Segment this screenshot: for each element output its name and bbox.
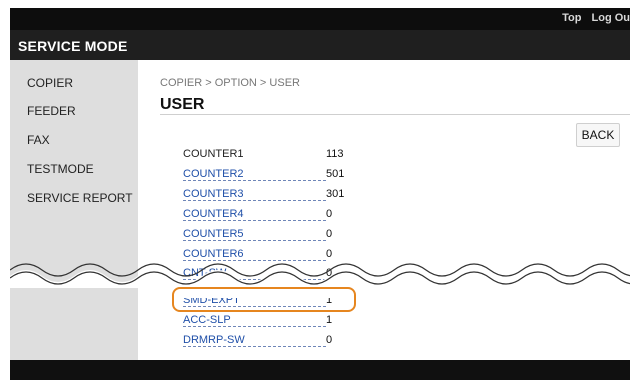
top-bar: Top Log Ou bbox=[10, 8, 630, 30]
app-title: SERVICE MODE bbox=[18, 38, 128, 54]
setting-link-drmrp-sw[interactable]: DRMRP-SW bbox=[183, 334, 326, 347]
setting-value: 1 bbox=[326, 314, 333, 326]
smd-expt-highlight bbox=[172, 287, 356, 312]
main-content: COPIER > OPTION > USER USER BACK COUNTER… bbox=[138, 60, 630, 360]
back-button[interactable]: BACK bbox=[576, 123, 620, 147]
sidebar-item-copier[interactable]: COPIER bbox=[27, 76, 73, 90]
setting-link-counter4[interactable]: COUNTER4 bbox=[183, 208, 326, 221]
list-item: ACC-SLP 1 bbox=[183, 314, 332, 327]
setting-link-counter3[interactable]: COUNTER3 bbox=[183, 188, 326, 201]
setting-value: 113 bbox=[326, 148, 344, 160]
breadcrumb: COPIER > OPTION > USER bbox=[160, 77, 300, 89]
footer-bar bbox=[10, 360, 630, 380]
setting-value: 0 bbox=[326, 334, 333, 346]
list-item: DRMRP-SW 0 bbox=[183, 334, 332, 347]
title-bar: SERVICE MODE bbox=[10, 30, 630, 60]
setting-value: 0 bbox=[326, 228, 333, 240]
setting-value: 0 bbox=[326, 208, 333, 220]
sidebar-item-service-report[interactable]: SERVICE REPORT bbox=[27, 191, 133, 205]
sidebar-lower bbox=[10, 288, 138, 360]
sidebar-item-fax[interactable]: FAX bbox=[27, 133, 50, 147]
top-link[interactable]: Top bbox=[562, 12, 581, 24]
setting-value: 301 bbox=[326, 188, 345, 200]
setting-link-counter2[interactable]: COUNTER2 bbox=[183, 168, 326, 181]
sidebar-item-testmode[interactable]: TESTMODE bbox=[27, 162, 94, 176]
list-item: COUNTER5 0 bbox=[183, 228, 332, 241]
sidebar-item-feeder[interactable]: FEEDER bbox=[27, 104, 76, 118]
top-links: Top Log Ou bbox=[555, 12, 630, 24]
logout-link[interactable]: Log Ou bbox=[592, 12, 630, 24]
setting-link-acc-slp[interactable]: ACC-SLP bbox=[183, 314, 326, 327]
list-item: COUNTER4 0 bbox=[183, 208, 332, 221]
title-divider bbox=[160, 114, 630, 115]
setting-label-counter1: COUNTER1 bbox=[183, 148, 244, 160]
setting-value: 501 bbox=[326, 168, 345, 180]
list-item: COUNTER3 301 bbox=[183, 188, 344, 201]
page-title: USER bbox=[160, 96, 205, 113]
list-item: COUNTER1 113 bbox=[183, 148, 344, 160]
list-item: COUNTER2 501 bbox=[183, 168, 344, 181]
setting-link-counter5[interactable]: COUNTER5 bbox=[183, 228, 326, 241]
service-mode-window: Top Log Ou SERVICE MODE COPIER FEEDER FA… bbox=[10, 8, 630, 380]
